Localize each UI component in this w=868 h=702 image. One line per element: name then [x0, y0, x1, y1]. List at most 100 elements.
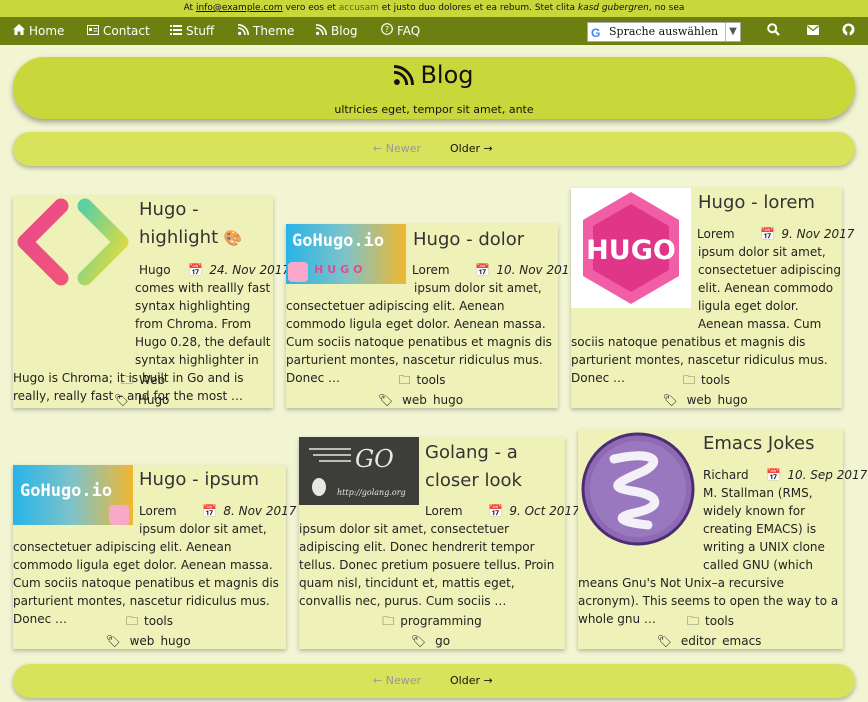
email-link[interactable]: info@example.com [196, 3, 283, 13]
category-link[interactable]: tools [705, 614, 734, 628]
page-title: Blog [13, 61, 855, 89]
tag-link[interactable]: hugo [717, 393, 747, 407]
post-card[interactable]: GoHugo.io HUGO Hugo - dolor Lorem 📅 10. N… [286, 224, 577, 408]
tag-link[interactable]: web [687, 393, 712, 407]
folder-icon: 🗀 [687, 614, 700, 628]
post-meta: Lorem 📅 10. Nov 2017 [412, 261, 577, 279]
gohugo-banner-image: GoHugo.io [13, 465, 133, 525]
category-link[interactable]: tools [144, 614, 173, 628]
category-link[interactable]: programming [400, 614, 481, 628]
post-title[interactable]: Hugo - ipsum [139, 466, 286, 494]
search-icon[interactable] [767, 17, 780, 45]
tags-icon: 🏷 [377, 393, 394, 407]
post-card[interactable]: Emacs Jokes Richard 📅 10. Sep 2017 M. Sta… [578, 429, 867, 650]
category-link[interactable]: Web [139, 373, 165, 387]
gohugo-banner-text: GoHugo.io [292, 231, 385, 251]
newer-link: ← Newer [373, 674, 421, 687]
svg-text:?: ? [385, 25, 389, 34]
github-icon[interactable] [842, 17, 855, 45]
post-excerpt-text: ipsum dolor sit amet, consectetuer adipi… [299, 522, 555, 608]
post-author: Lorem [139, 504, 177, 518]
top-info-bar: At info@example.com vero eos et accusam … [0, 0, 868, 17]
pagination-bottom: ← Newer Older → [13, 664, 855, 698]
envelope-icon[interactable] [807, 17, 819, 45]
nav-faq-label: FAQ [397, 24, 421, 38]
post-tags: 🏷 web hugo [13, 632, 286, 650]
folder-icon: 🗀 [382, 614, 395, 628]
page-subtitle: ultricies eget, tempor sit amet, ante [334, 103, 534, 116]
post-author: Lorem [412, 263, 450, 277]
tag-link[interactable]: web [402, 393, 427, 407]
translate-select-label: Sprache auswählen [609, 25, 719, 38]
post-date: 8. Nov 2017 [223, 504, 297, 518]
calendar-icon: 📅 [188, 263, 204, 277]
post-category: 🗀 tools [13, 612, 286, 630]
rss-icon [315, 17, 327, 45]
nav-home[interactable]: Home [13, 17, 64, 45]
page-title-text: Blog [420, 61, 474, 89]
folder-icon: 🗀 [398, 373, 411, 387]
topbar-text: , no sea [648, 3, 685, 13]
post-title[interactable]: Golang - a closer look [425, 439, 565, 495]
tag-link[interactable]: emacs [722, 634, 761, 648]
nav-contact[interactable]: Contact [87, 17, 150, 45]
post-date: 9. Nov 2017 [781, 227, 855, 241]
code-brackets-logo-image [13, 196, 133, 291]
post-title[interactable]: Hugo - lorem [698, 189, 842, 217]
post-meta: Hugo 📅 24. Nov 2017 [139, 261, 290, 279]
list-icon [170, 17, 182, 45]
topbar-italic-text: kasd gubergren [577, 3, 649, 13]
nav-faq[interactable]: ? FAQ [381, 17, 420, 45]
post-card[interactable]: Hugo - highlight 🎨 Hugo 📅 24. Nov 2017 co… [13, 196, 290, 409]
topbar-text: vero eos et [282, 3, 339, 13]
nav-blog[interactable]: Blog [315, 17, 358, 45]
tags-icon: 🏷 [113, 393, 129, 407]
tag-link[interactable]: web [130, 634, 155, 648]
nav-contact-label: Contact [103, 24, 150, 38]
gohugo-banner-image: GoHugo.io HUGO [286, 224, 406, 284]
gohugo-banner-text: GoHugo.io [20, 481, 113, 501]
tag-link[interactable]: hugo [433, 393, 463, 407]
post-tags: 🏷 editor emacs [578, 632, 843, 650]
nav-stuff[interactable]: Stuff [170, 17, 214, 45]
folder-icon: 🗀 [120, 373, 133, 387]
post-title[interactable]: Emacs Jokes [703, 430, 843, 458]
folder-icon: 🗀 [126, 614, 139, 628]
post-author: Richard [703, 468, 749, 482]
tag-link[interactable]: go [435, 634, 450, 648]
tag-link[interactable]: editor [681, 634, 716, 648]
pagination-top: ← Newer Older → [13, 132, 855, 166]
tags-icon: 🏷 [656, 634, 672, 648]
post-tags: 🏷 web hugo [571, 391, 842, 409]
post-title-text: Hugo - highlight [139, 199, 219, 248]
rss-icon [237, 17, 249, 45]
post-date: 24. Nov 2017 [209, 263, 291, 277]
post-tags: 🏷 Hugo [13, 391, 273, 409]
nav-theme-label: Theme [253, 24, 295, 38]
post-meta: Lorem 📅 9. Oct 2017 [425, 502, 580, 520]
category-link[interactable]: tools [701, 373, 730, 387]
golang-gopher-image: GO http://golang.org [299, 437, 419, 505]
post-meta: Richard 📅 10. Sep 2017 [703, 466, 867, 484]
translate-language-select[interactable]: G Sprache auswählen ▼ [587, 22, 741, 42]
older-link[interactable]: Older → [450, 132, 493, 166]
post-category: 🗀 tools [578, 612, 843, 630]
post-title[interactable]: Hugo - dolor [413, 226, 558, 254]
tag-link[interactable]: Hugo [138, 393, 170, 407]
category-link[interactable]: tools [417, 373, 446, 387]
rss-icon [394, 64, 415, 89]
nav-stuff-label: Stuff [186, 24, 215, 38]
post-card[interactable]: GoHugo.io Hugo - ipsum Lorem 📅 8. Nov 201… [13, 465, 296, 650]
post-card[interactable]: GO http://golang.org Golang - a closer l… [299, 437, 580, 649]
nav-theme[interactable]: Theme [237, 17, 295, 45]
tag-link[interactable]: hugo [160, 634, 190, 648]
topbar-accent-text: accusam [338, 3, 379, 13]
older-link[interactable]: Older → [450, 664, 493, 698]
post-title[interactable]: Hugo - highlight 🎨 [139, 196, 273, 252]
post-date: 10. Nov 2017 [496, 263, 578, 277]
post-category: 🗀 tools [286, 371, 558, 389]
post-card[interactable]: HUGO Hugo - lorem Lorem 📅 9. Nov 2017 ips… [571, 188, 854, 409]
calendar-icon: 📅 [766, 468, 782, 482]
tags-icon: 🏷 [662, 393, 678, 407]
topbar-text: At [183, 3, 196, 13]
